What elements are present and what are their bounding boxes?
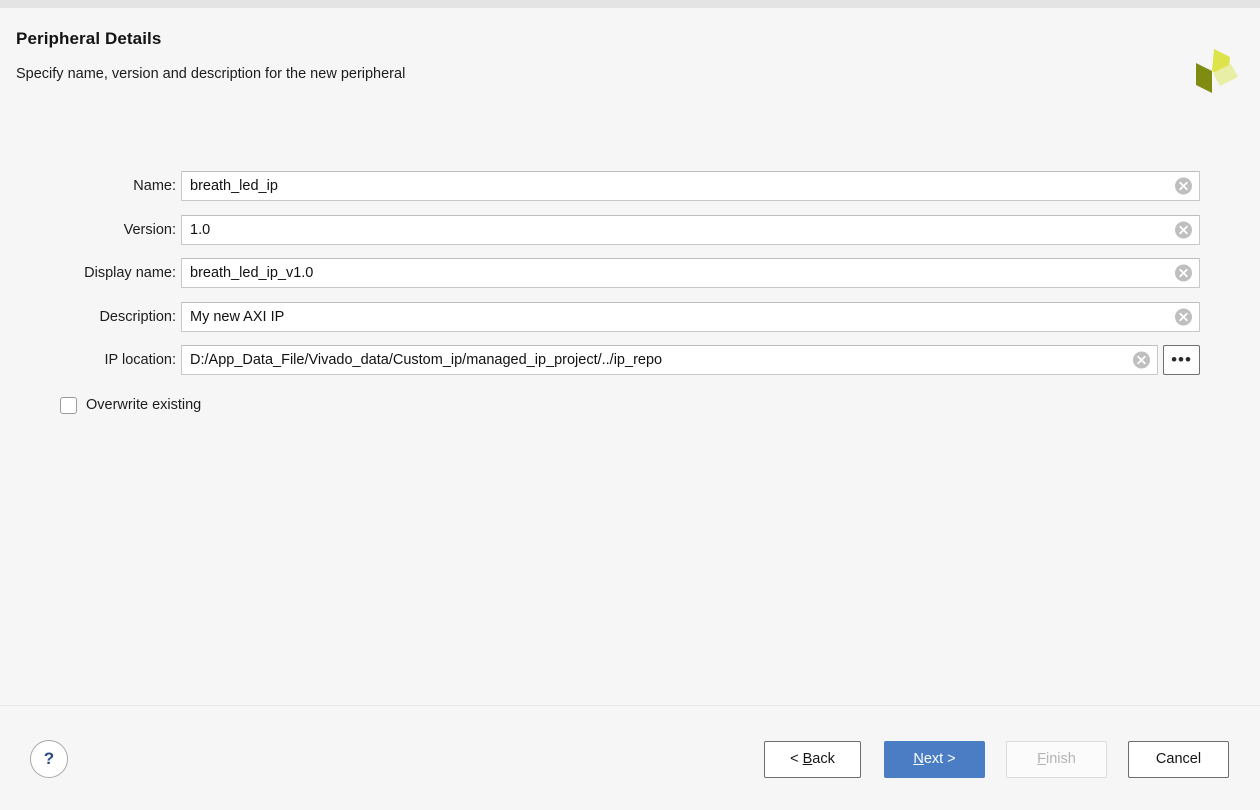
next-button[interactable]: Next > — [884, 741, 985, 778]
description-input-value: My new AXI IP — [190, 308, 285, 325]
description-field-wrap: My new AXI IP — [181, 301, 1200, 332]
clear-circle-x-icon[interactable] — [1133, 351, 1150, 369]
ellipsis-icon: ••• — [1171, 350, 1192, 369]
finish-button: Finish — [1006, 741, 1107, 778]
form-row-description: Description: My new AXI IP — [0, 301, 1260, 346]
clear-circle-x-icon[interactable] — [1175, 264, 1192, 282]
description-input[interactable]: My new AXI IP — [181, 301, 1200, 332]
finish-button-rest: inish — [1046, 751, 1076, 767]
next-button-suffix: > — [943, 751, 956, 767]
xilinx-logo-icon — [1196, 49, 1238, 93]
clear-circle-x-icon[interactable] — [1175, 221, 1192, 238]
ip-location-input-value: D:/App_Data_File/Vivado_data/Custom_ip/m… — [190, 352, 663, 368]
back-button-rest: ack — [812, 751, 835, 767]
name-field-wrap: breath_led_ip — [181, 171, 1200, 201]
window-top-strip — [0, 0, 1260, 8]
ip-location-input[interactable]: D:/App_Data_File/Vivado_data/Custom_ip/m… — [181, 345, 1158, 375]
dialog-header: Peripheral Details Specify name, version… — [0, 8, 1260, 113]
browse-button[interactable]: ••• — [1163, 345, 1200, 375]
version-input[interactable]: 1.0 — [181, 214, 1200, 245]
overwrite-existing-label: Overwrite existing — [86, 396, 202, 413]
name-input[interactable]: breath_led_ip — [181, 171, 1200, 201]
back-button[interactable]: < Back — [764, 741, 861, 778]
display-name-field-wrap: breath_led_ip_v1.0 — [181, 258, 1200, 288]
description-label: Description: — [99, 308, 176, 325]
form-row-display-name: Display name: breath_led_ip_v1.0 — [0, 258, 1260, 302]
next-button-accel: N — [913, 751, 924, 767]
page-title: Peripheral Details — [16, 29, 162, 48]
display-name-input-value: breath_led_ip_v1.0 — [190, 265, 314, 281]
clear-circle-x-icon[interactable] — [1175, 308, 1192, 325]
question-mark-icon: ? — [43, 749, 55, 768]
ip-location-field-wrap: D:/App_Data_File/Vivado_data/Custom_ip/m… — [181, 345, 1158, 375]
version-input-value: 1.0 — [190, 221, 211, 238]
display-name-label: Display name: — [84, 265, 176, 281]
version-field-wrap: 1.0 — [181, 214, 1200, 245]
cancel-button-rest: Cancel — [1155, 751, 1202, 767]
peripheral-form: Name: breath_led_ip Version: 1.0 Display… — [0, 171, 1260, 427]
back-button-prefix: < — [790, 751, 803, 767]
cancel-button[interactable]: Cancel — [1128, 741, 1229, 778]
finish-button-accel: F — [1037, 751, 1047, 767]
dialog-body: Name: breath_led_ip Version: 1.0 Display… — [0, 113, 1260, 705]
form-row-ip-location: IP location: D:/App_Data_File/Vivado_dat… — [0, 345, 1260, 389]
name-input-value: breath_led_ip — [190, 178, 278, 194]
ip-location-label: IP location: — [104, 352, 176, 368]
form-row-version: Version: 1.0 — [0, 214, 1260, 259]
version-label: Version: — [123, 221, 176, 238]
back-button-accel: B — [802, 751, 813, 767]
next-button-rest: ext — [923, 751, 944, 767]
overwrite-existing-checkbox[interactable] — [60, 396, 77, 414]
page-subtitle: Specify name, version and description fo… — [16, 66, 406, 82]
help-button[interactable]: ? — [30, 740, 68, 778]
overwrite-existing-row: Overwrite existing — [0, 393, 1260, 427]
name-label: Name: — [133, 178, 176, 194]
display-name-input[interactable]: breath_led_ip_v1.0 — [181, 258, 1200, 288]
form-row-name: Name: breath_led_ip — [0, 171, 1260, 215]
clear-circle-x-icon[interactable] — [1175, 177, 1192, 195]
peripheral-details-dialog: Peripheral Details Specify name, version… — [0, 0, 1260, 810]
